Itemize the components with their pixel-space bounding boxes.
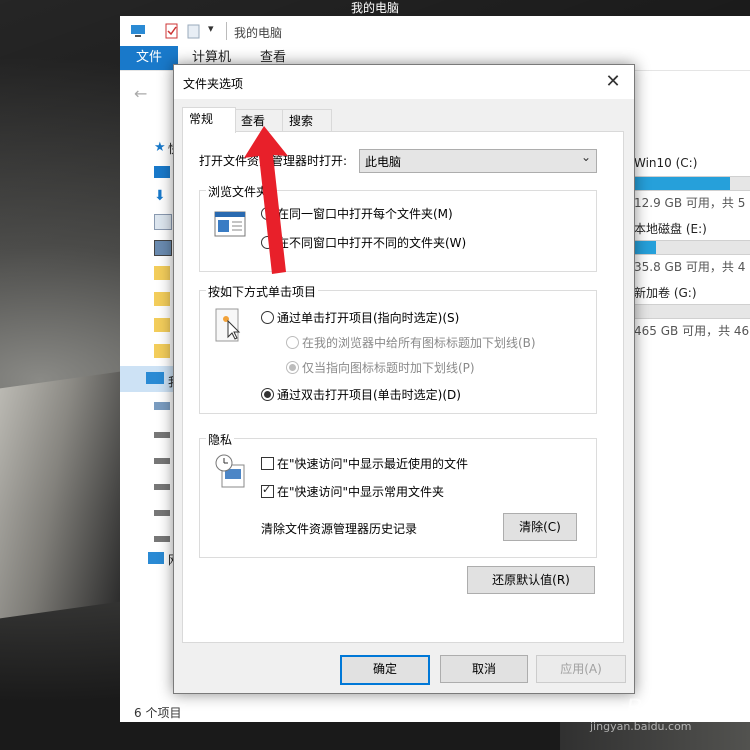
folder-options-dialog: 文件夹选项 ✕ 常规 查看 搜索 打开文件资源管理器时打开: 此电脑 ⌄ 浏览文… (173, 64, 635, 694)
option-same-window[interactable]: 在同一窗口中打开每个文件夹(M) (277, 205, 453, 222)
clear-history-label: 清除文件资源管理器历史记录 (261, 522, 418, 536)
privacy-title: 隐私 (206, 431, 235, 448)
option-underline-all[interactable]: 在我的浏览器中给所有图标标题加下划线(B) (302, 334, 536, 351)
pictures-icon[interactable] (154, 240, 172, 256)
computer-icon (131, 25, 145, 37)
privacy-group: 隐私 在"快速访问"中显示最近使用的文件 在"快速访问"中显示常用文件夹 清除文… (199, 431, 597, 558)
option-underline-hover[interactable]: 仅当指向图标标题时加下划线(P) (302, 359, 475, 376)
wallpaper-highlight (0, 371, 120, 619)
drive-icon[interactable] (154, 484, 170, 490)
browse-folders-title: 浏览文件夹 (206, 183, 271, 200)
radio-underline-all[interactable] (286, 336, 299, 349)
chevron-down-icon: ⌄ (580, 150, 591, 164)
drive-free-space: 12.9 GB 可用，共 5 (634, 196, 746, 210)
desktop-icon[interactable] (154, 166, 170, 178)
click-items-group: 按如下方式单击项目 通过单击打开项目(指向时选定)(S) 在我的浏览器中给所有图… (199, 283, 597, 414)
radio-new-window[interactable] (261, 236, 274, 249)
close-icon[interactable]: ✕ (602, 71, 624, 93)
watermark-brand: Bai 经验 (626, 694, 720, 722)
navigation-pane: ★ 快 ⬇ 我 网 (120, 126, 180, 686)
ok-button[interactable]: 确定 (340, 655, 430, 685)
tab-general[interactable]: 常规 (182, 107, 236, 133)
click-items-title: 按如下方式单击项目 (206, 283, 319, 300)
document-icon[interactable] (154, 214, 172, 230)
drive-usage-fill (635, 177, 730, 190)
restore-defaults-button[interactable]: 还原默认值(R) (467, 566, 595, 594)
apply-button[interactable]: 应用(A) (536, 655, 626, 683)
drive-icon[interactable] (154, 458, 170, 464)
folder-icon[interactable] (154, 292, 170, 306)
drive-usage-bar (634, 240, 750, 255)
option-frequent-folders[interactable]: 在"快速访问"中显示常用文件夹 (277, 483, 444, 500)
folder-icon[interactable] (154, 318, 170, 332)
open-explorer-select[interactable]: 此电脑 ⌄ (359, 149, 597, 173)
pointer-click-icon (215, 308, 241, 342)
quick-access-toolbar: ▾ 我的电脑 (120, 16, 750, 46)
drive-usage-bar (634, 176, 750, 191)
open-explorer-value: 此电脑 (365, 155, 402, 169)
dialog-title: 文件夹选项 (183, 77, 244, 91)
radio-underline-hover[interactable] (286, 361, 299, 374)
radio-double-click[interactable] (261, 388, 274, 401)
option-recent-files[interactable]: 在"快速访问"中显示最近使用的文件 (277, 455, 468, 472)
drive-name[interactable]: 新加卷 (G:) (634, 284, 697, 301)
dialog-titlebar: 文件夹选项 ✕ (174, 65, 634, 99)
option-new-window[interactable]: 在不同窗口中打开不同的文件夹(W) (277, 234, 466, 251)
option-single-click[interactable]: 通过单击打开项目(指向时选定)(S) (277, 309, 459, 326)
tab-search[interactable]: 搜索 (282, 109, 332, 132)
radio-single-click[interactable] (261, 311, 274, 324)
window-icon (214, 211, 246, 237)
drive-usage-bar (634, 304, 750, 319)
drive-free-space: 35.8 GB 可用，共 4 (634, 260, 746, 274)
folder-icon[interactable] (154, 266, 170, 280)
checkbox-frequent-folders[interactable] (261, 483, 274, 498)
browse-folders-group: 浏览文件夹 在同一窗口中打开每个文件夹(M) 在不同窗口中打开不同的文件夹(W) (199, 183, 597, 272)
status-bar-count: 6 个项目 (134, 706, 182, 720)
drive-icon[interactable] (154, 402, 170, 410)
tab-view[interactable]: 查看 (234, 109, 286, 132)
drive-free-space: 465 GB 可用，共 46 (634, 324, 750, 338)
ribbon-tab-file[interactable]: 文件 (120, 46, 178, 70)
drive-icon[interactable] (154, 432, 170, 438)
cancel-button[interactable]: 取消 (440, 655, 528, 683)
download-icon[interactable]: ⬇ (154, 188, 170, 204)
qat-separator (226, 22, 227, 40)
baidu-watermark: Bai 经验 jingyan.baidu.com (576, 680, 746, 740)
clock-files-icon (215, 454, 245, 488)
new-folder-icon[interactable] (186, 23, 202, 39)
qat-title: 我的电脑 (234, 26, 283, 40)
drive-usage-fill (635, 241, 656, 254)
properties-icon[interactable] (164, 23, 180, 39)
back-arrow-icon[interactable]: ← (134, 84, 147, 103)
window-title: 我的电脑 (350, 1, 399, 15)
qat-dropdown-icon[interactable]: ▾ (208, 22, 214, 35)
drive-icon[interactable] (154, 510, 170, 516)
checkbox-recent-files[interactable] (261, 457, 274, 470)
drive-name[interactable]: 本地磁盘 (E:) (634, 220, 707, 237)
folder-icon[interactable] (154, 344, 170, 358)
drive-name[interactable]: Win10 (C:) (634, 156, 697, 170)
option-double-click[interactable]: 通过双击打开项目(单击时选定)(D) (277, 386, 461, 403)
watermark-url: jingyan.baidu.com (590, 720, 692, 733)
general-tab-panel: 打开文件资源管理器时打开: 此电脑 ⌄ 浏览文件夹 在同一窗口中打开每个文件夹(… (182, 131, 624, 643)
drive-icon[interactable] (154, 536, 170, 542)
radio-same-window[interactable] (261, 207, 274, 220)
network-icon[interactable] (148, 552, 164, 564)
dialog-tabs: 常规 查看 搜索 (182, 107, 622, 133)
open-explorer-label: 打开文件资源管理器时打开: (199, 154, 348, 168)
this-pc-icon[interactable] (146, 372, 164, 384)
clear-button[interactable]: 清除(C) (503, 513, 577, 541)
